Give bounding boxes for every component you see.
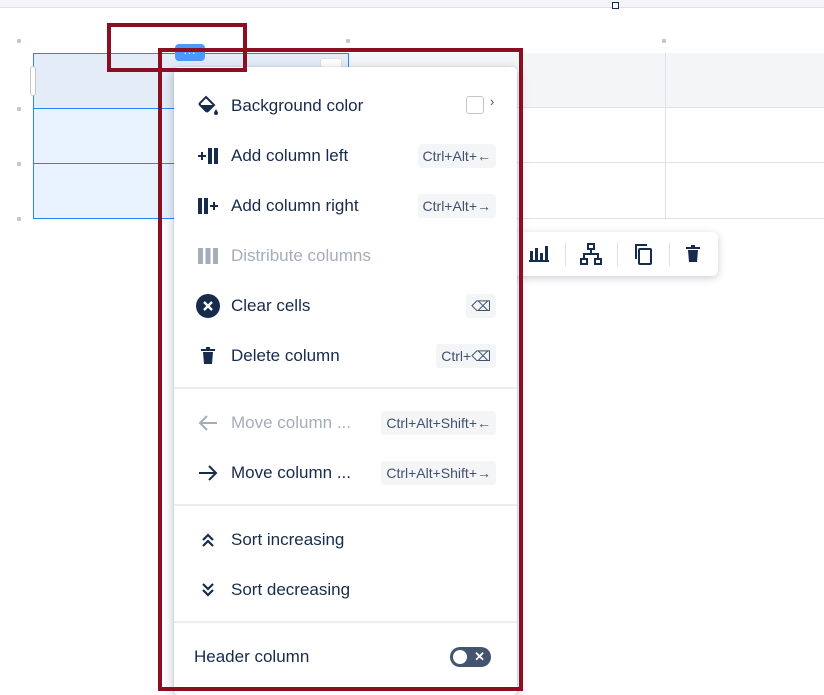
menu-item-label: Add column left (231, 146, 349, 165)
keyboard-shortcut: Ctrl+Alt+Shift+← (381, 411, 496, 435)
table-cell[interactable] (666, 108, 824, 163)
keyboard-shortcut: Ctrl+Alt+Shift+→ (381, 461, 496, 485)
chevron-right-icon: › (490, 94, 495, 109)
chart-icon[interactable] (527, 242, 551, 266)
toggle-knob (453, 650, 467, 664)
menu-item-label: Delete column (231, 346, 340, 365)
menu-item-label: Clear cells (231, 296, 311, 315)
table-cell[interactable] (666, 163, 824, 219)
table-dot (346, 39, 350, 43)
column-options-menu: Background color › Add column left Ctrl+… (174, 67, 517, 695)
arrow-right-icon (196, 461, 220, 485)
menu-item-sort-decreasing[interactable]: Sort decreasing (174, 565, 517, 615)
menu-divider (174, 387, 517, 389)
keyboard-shortcut: Ctrl+Alt+→ (417, 194, 496, 218)
menu-item-delete-column[interactable]: Delete column Ctrl+⌫ (174, 331, 517, 381)
menu-item-label: Sort increasing (231, 530, 345, 549)
keyboard-shortcut: Ctrl+⌫ (436, 344, 496, 368)
clear-cells-icon (196, 294, 220, 318)
trash-icon[interactable] (681, 242, 705, 266)
hierarchy-icon[interactable] (579, 242, 603, 266)
menu-item-add-column-right[interactable]: Add column right Ctrl+Alt+→ (174, 181, 517, 231)
arrow-left-icon (196, 411, 220, 435)
toolbar-separator (669, 242, 670, 266)
top-bar (0, 0, 824, 8)
menu-item-label: Distribute columns (231, 246, 371, 265)
table-dot (662, 39, 666, 43)
menu-item-label: Background color (231, 96, 364, 115)
keyboard-shortcut: Ctrl+Alt+← (417, 144, 496, 168)
header-column-toggle[interactable]: ✕ (450, 647, 491, 667)
table-floating-toolbar (510, 232, 718, 276)
menu-item-distribute-columns: Distribute columns (174, 231, 517, 281)
row-handle[interactable] (30, 66, 36, 96)
add-column-right-icon (196, 194, 220, 218)
trash-icon (196, 344, 220, 368)
menu-item-label: Add column right (231, 196, 359, 215)
menu-item-label: Header column (194, 647, 310, 666)
column-options-button[interactable]: ... (175, 44, 205, 61)
table-cell[interactable] (666, 53, 824, 108)
color-swatch[interactable] (466, 96, 484, 114)
menu-item-label: Sort decreasing (231, 580, 351, 599)
menu-item-add-column-left[interactable]: Add column left Ctrl+Alt+← (174, 131, 517, 181)
table-dot (17, 39, 21, 43)
menu-item-move-column-left: Move column ... Ctrl+Alt+Shift+← (174, 398, 517, 448)
menu-item-sort-increasing[interactable]: Sort increasing (174, 515, 517, 565)
add-column-left-icon (196, 144, 220, 168)
table-dot (17, 107, 21, 111)
menu-divider (174, 621, 517, 623)
copy-icon[interactable] (631, 242, 655, 266)
menu-item-move-column-right[interactable]: Move column ... Ctrl+Alt+Shift+→ (174, 448, 517, 498)
resize-handle[interactable] (612, 2, 619, 9)
table-dot (17, 162, 21, 166)
table-dot (17, 217, 21, 221)
toolbar-separator (565, 242, 566, 266)
toolbar-separator (617, 242, 618, 266)
close-icon: ✕ (474, 649, 485, 664)
double-chevron-down-icon (196, 578, 220, 602)
distribute-columns-icon (196, 244, 220, 268)
menu-divider (174, 504, 517, 506)
menu-item-label: Move column ... (231, 413, 351, 432)
paint-bucket-icon (196, 94, 220, 118)
menu-item-clear-cells[interactable]: Clear cells ⌫ (174, 281, 517, 331)
menu-item-label: Move column ... (231, 463, 351, 482)
keyboard-shortcut: ⌫ (466, 294, 496, 318)
double-chevron-up-icon (196, 528, 220, 552)
